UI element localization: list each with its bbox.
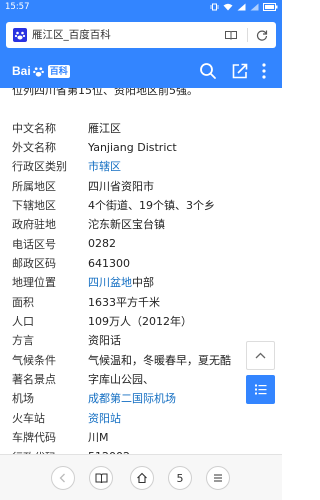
- basic-info-table: 中文名称 雁江区外文名称 Yanjiang District 行政区类别 市辖区所属地区…: [12, 118, 282, 454]
- intro-text: 位列四川省第15位、资阳地区前5强。: [12, 88, 198, 97]
- more-icon[interactable]: [258, 62, 270, 80]
- info-row: 政府驻地 沱东新区宝台镇: [12, 215, 282, 234]
- info-value: 641300: [88, 256, 130, 270]
- logo-text: Bai: [12, 64, 31, 78]
- info-key: 人口: [12, 315, 34, 329]
- info-key: 地理位置: [12, 276, 56, 290]
- info-key: 著名景点: [12, 373, 56, 387]
- info-value[interactable]: 市辖区: [88, 158, 121, 174]
- info-key: 车牌代码: [12, 431, 56, 445]
- info-row: 人口 109万人（2012年）: [12, 311, 282, 330]
- search-icon[interactable]: [199, 62, 217, 80]
- home-icon: [137, 472, 147, 484]
- back-button[interactable]: [51, 466, 75, 490]
- address-bar: 雁江区_百度百科: [0, 14, 282, 54]
- info-value: 气候温和，冬暖春早，夏无酷: [88, 353, 231, 367]
- article-content: 位列四川省第15位、资阳地区前5强。 中文名称 雁江区外文名称 Yanjiang D…: [0, 88, 282, 454]
- info-value: Yanjiang District: [88, 140, 177, 154]
- info-row: 面积 1633平方千米: [12, 292, 282, 311]
- table-of-contents-button[interactable]: [246, 375, 275, 404]
- info-row: 车牌代码 川M: [12, 428, 282, 447]
- info-row: 中文名称 雁江区: [12, 118, 282, 137]
- info-key: 电话区号: [12, 237, 56, 251]
- menu-button[interactable]: [206, 466, 230, 490]
- book-icon: [95, 473, 107, 484]
- info-value: 沱东新区宝台镇: [88, 218, 165, 232]
- vibrate-icon: [210, 3, 219, 11]
- bottom-nav: 5: [0, 454, 282, 500]
- info-key: 火车站: [12, 411, 45, 425]
- info-key: 邮政区码: [12, 257, 56, 271]
- site-header: Bai 百科: [0, 54, 282, 88]
- home-button[interactable]: [130, 466, 154, 490]
- share-icon[interactable]: [231, 62, 249, 80]
- info-key: 中文名称: [12, 121, 56, 135]
- info-key: 面积: [12, 295, 34, 309]
- logo-paw-icon: [32, 66, 44, 77]
- signal-2-icon: [250, 3, 259, 11]
- info-row: 机场 成都第二国际机场: [12, 389, 282, 408]
- info-key: 气候条件: [12, 353, 56, 367]
- status-time: 15:57: [5, 2, 30, 12]
- info-row: 外文名称 Yanjiang District: [12, 137, 282, 156]
- info-value[interactable]: 资阳站: [88, 410, 121, 426]
- info-row: 行政代码512002: [12, 447, 282, 454]
- info-row: 下辖地区 4个街道、19个镇、3个乡: [12, 195, 282, 214]
- info-row: 地理位置 四川盆地中部: [12, 273, 282, 292]
- reader-button[interactable]: [89, 466, 113, 490]
- info-row: 行政区类别 市辖区: [12, 157, 282, 176]
- info-row: 电话区号 0282: [12, 234, 282, 253]
- info-value[interactable]: 成都第二国际机场: [88, 390, 176, 406]
- reload-icon[interactable]: [255, 28, 269, 42]
- reader-mode-icon[interactable]: [224, 28, 238, 42]
- info-key: 机场: [12, 392, 34, 406]
- signal-icon: [237, 3, 246, 11]
- info-row: 气候条件 气候温和，冬暖春早，夏无酷: [12, 350, 282, 369]
- info-key: 政府驻地: [12, 218, 56, 232]
- info-row: 方言 资阳话: [12, 331, 282, 350]
- hamburger-menu-icon: [214, 474, 222, 482]
- url-text[interactable]: 雁江区_百度百科: [32, 22, 111, 48]
- info-value: 109万人（2012年）: [88, 315, 192, 329]
- logo-baike-badge: 百科: [47, 64, 70, 78]
- info-value: 字库山公园、: [88, 373, 154, 387]
- status-bar: 15:57: [0, 0, 282, 14]
- info-value: 0282: [88, 237, 116, 251]
- url-box[interactable]: 雁江区_百度百科: [6, 22, 276, 48]
- info-value-link[interactable]: 四川盆地: [88, 276, 132, 289]
- info-value-rest: 中部: [132, 276, 154, 290]
- info-row: 著名景点 字库山公园、: [12, 369, 282, 388]
- list-icon: [255, 384, 267, 395]
- info-value: 资阳话: [88, 334, 121, 348]
- back-to-top-button[interactable]: [246, 341, 275, 370]
- info-row: 所属地区 四川省资阳市: [12, 176, 282, 195]
- chevron-up-icon: [255, 352, 266, 359]
- info-value: 四川省资阳市: [88, 179, 154, 193]
- info-key: 外文名称: [12, 141, 56, 155]
- baidu-baike-logo[interactable]: Bai 百科: [12, 63, 70, 79]
- battery-icon: [263, 3, 278, 11]
- info-row: 邮政区码 641300: [12, 253, 282, 272]
- info-key: 行政区类别: [12, 160, 67, 174]
- info-key: 下辖地区: [12, 199, 56, 213]
- chevron-left-icon: [59, 473, 65, 483]
- info-key: 所属地区: [12, 179, 56, 193]
- info-value: 川M: [88, 431, 109, 445]
- baidu-paw-icon: [13, 28, 27, 42]
- info-value: 四川盆地中部: [88, 274, 154, 290]
- info-value: 雁江区: [88, 121, 121, 135]
- tabs-button[interactable]: 5: [168, 466, 192, 490]
- info-row: 火车站 资阳站: [12, 408, 282, 427]
- url-divider: [247, 28, 248, 42]
- info-value: 1633平方千米: [88, 295, 160, 309]
- info-key: 方言: [12, 334, 34, 348]
- info-value: 4个街道、19个镇、3个乡: [88, 199, 215, 213]
- wifi-icon: [223, 3, 233, 11]
